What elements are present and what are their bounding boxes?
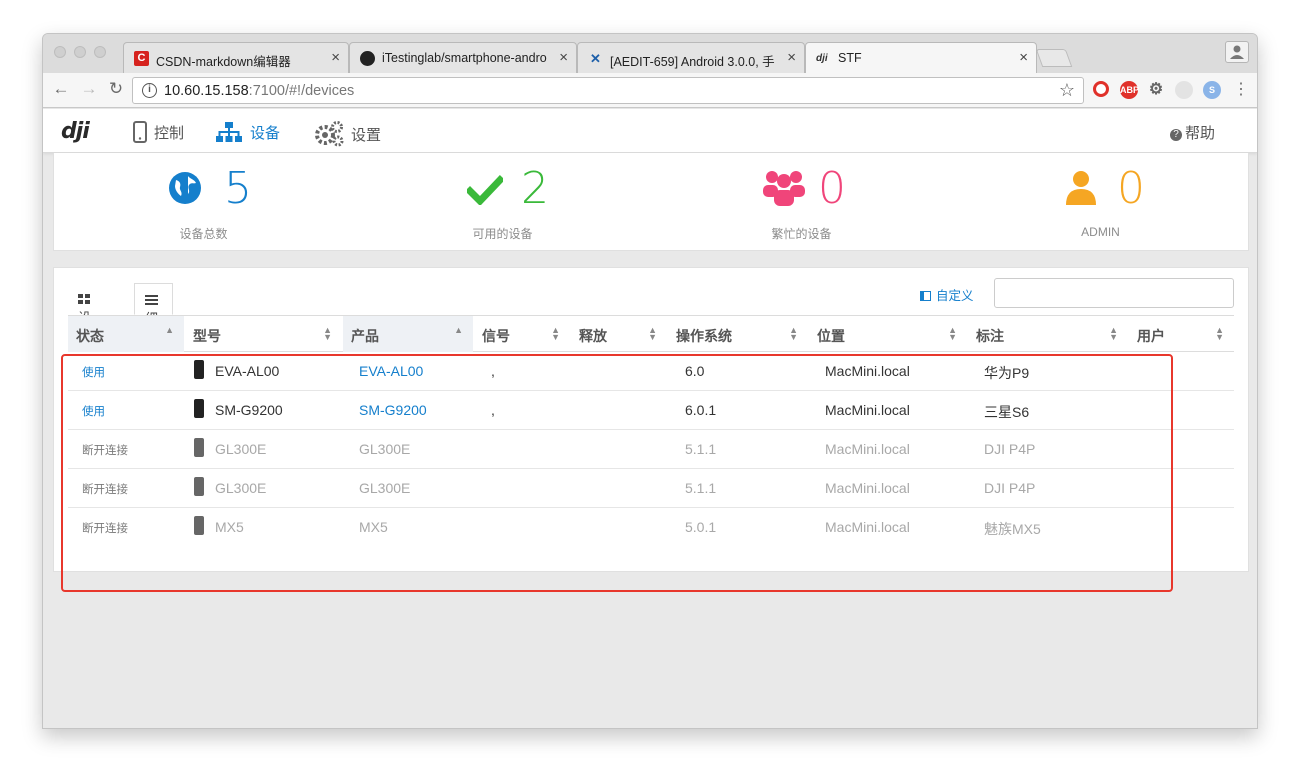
column-product[interactable]: 产品 ▲: [343, 316, 473, 352]
column-model[interactable]: 型号 ▲ ▼: [185, 316, 342, 352]
address-bar[interactable]: i 10.60.15.158:7100/#!/devices ☆: [132, 77, 1084, 104]
sort-icon: ▲ ▼: [648, 325, 657, 342]
grid-icon: [78, 294, 90, 304]
stat-busy: 0 繁忙的设备: [652, 153, 951, 251]
sort-icon: ▲ ▼: [789, 325, 798, 342]
forward-icon[interactable]: →: [79, 79, 99, 99]
column-status[interactable]: 状态 ▲: [68, 316, 184, 352]
stat-total-label: 设备总数: [179, 227, 228, 241]
sort-icon: ▲ ▼: [948, 325, 957, 342]
sitemap-icon: [216, 122, 242, 142]
globe-icon: [169, 172, 201, 204]
sort-asc-icon: ▲: [454, 325, 463, 335]
back-icon[interactable]: ←: [51, 79, 71, 99]
dji-logo[interactable]: dji: [61, 119, 90, 144]
nav-settings[interactable]: 设置: [314, 121, 381, 147]
column-release[interactable]: 释放 ▲ ▼: [571, 316, 667, 352]
stat-admin-value: 0: [1117, 163, 1145, 214]
help-link[interactable]: ? 帮助: [1169, 122, 1215, 143]
minimize-window-button[interactable]: [74, 46, 86, 58]
browser-tab-csdn[interactable]: C CSDN-markdown编辑器 ×: [123, 42, 349, 73]
sort-icon: ▲ ▼: [323, 325, 332, 342]
tab-title: [AEDIT-659] Android 3.0.0, 手: [610, 55, 775, 69]
app-header: dji 控制 设备 设置 ? 帮助: [43, 109, 1257, 153]
sort-icon: ▲ ▼: [1215, 325, 1224, 342]
maximize-window-button[interactable]: [94, 46, 106, 58]
tab-title: iTestinglab/smartphone-andro: [382, 51, 547, 65]
table-header: 状态 ▲ 型号 ▲ ▼ 产品 ▲ 信号 ▲ ▼ 释放 ▲ ▼ 操作系统 ▲ ▼ 位置 ▲ ▼ 标注 ▲ ▼ …: [68, 315, 1234, 352]
skype-icon[interactable]: S: [1203, 81, 1221, 99]
stat-total: 5 设备总数: [54, 153, 353, 251]
profile-icon[interactable]: [1225, 41, 1249, 63]
column-user[interactable]: 用户 ▲ ▼: [1129, 316, 1234, 352]
gear-extension-icon[interactable]: ⚙: [1147, 81, 1165, 99]
stat-admin: 0 ADMIN: [951, 153, 1250, 251]
new-tab-button[interactable]: [1035, 49, 1073, 67]
extension-icon[interactable]: [1175, 81, 1193, 99]
sort-asc-icon: ▲: [165, 325, 174, 335]
sort-icon: ▲ ▼: [551, 325, 560, 342]
tab-title: STF: [838, 51, 862, 65]
stat-total-value: 5: [224, 163, 252, 214]
column-signal[interactable]: 信号 ▲ ▼: [474, 316, 570, 352]
stats-panel: 5 设备总数 2 可用的设备 0 繁忙的设备 0 ADMIN: [53, 153, 1249, 251]
stat-busy-label: 繁忙的设备: [771, 227, 832, 241]
opera-extension-icon[interactable]: [1093, 81, 1109, 97]
dji-icon: dji: [816, 53, 828, 64]
url-text: 10.60.15.158:7100/#!/devices: [164, 83, 355, 99]
gears-icon: [315, 121, 344, 147]
list-icon: [145, 295, 158, 305]
column-note[interactable]: 标注 ▲ ▼: [968, 316, 1128, 352]
nav-devices[interactable]: 设备: [215, 121, 280, 143]
github-icon: [360, 51, 375, 66]
tab-devices[interactable]: 设备: [68, 283, 104, 344]
close-window-button[interactable]: [54, 46, 66, 58]
column-location[interactable]: 位置 ▲ ▼: [809, 316, 967, 352]
highlight-annotation-box: [61, 354, 1173, 592]
reload-icon[interactable]: ↻: [106, 79, 126, 99]
close-tab-icon[interactable]: ×: [1019, 49, 1028, 66]
search-input[interactable]: [994, 278, 1234, 308]
user-icon: [1066, 171, 1096, 205]
csdn-icon: C: [134, 51, 149, 66]
stat-busy-value: 0: [818, 163, 846, 214]
nav-control[interactable]: 控制: [133, 121, 184, 143]
column-os[interactable]: 操作系统 ▲ ▼: [668, 316, 808, 352]
browser-toolbar: ← → ↻ i 10.60.15.158:7100/#!/devices ☆ A…: [43, 73, 1257, 108]
phone-icon: [133, 121, 147, 143]
users-icon: [763, 171, 805, 206]
jira-icon: ✕: [590, 51, 601, 66]
customize-button[interactable]: 自定义: [920, 285, 974, 304]
menu-icon[interactable]: ⋮: [1231, 79, 1251, 99]
tab-details[interactable]: 细节: [134, 283, 173, 345]
question-icon: ?: [1169, 129, 1182, 141]
tab-strip: C CSDN-markdown编辑器 × iTestinglab/smartph…: [43, 34, 1257, 73]
adblock-icon[interactable]: ABP: [1120, 81, 1139, 99]
close-tab-icon[interactable]: ×: [559, 49, 568, 66]
check-icon: [467, 175, 503, 205]
bookmark-star-icon[interactable]: ☆: [1059, 80, 1075, 101]
stat-available-value: 2: [521, 163, 549, 214]
tab-title: CSDN-markdown编辑器: [156, 55, 291, 69]
info-icon[interactable]: i: [142, 83, 157, 98]
stat-available: 2 可用的设备: [353, 153, 652, 251]
sort-icon: ▲ ▼: [1109, 325, 1118, 342]
columns-icon: [920, 291, 931, 301]
close-tab-icon[interactable]: ×: [787, 49, 796, 66]
browser-tab-jira[interactable]: ✕ [AEDIT-659] Android 3.0.0, 手 ×: [577, 42, 805, 73]
close-tab-icon[interactable]: ×: [331, 49, 340, 66]
stat-available-label: 可用的设备: [472, 227, 533, 241]
browser-tab-github[interactable]: iTestinglab/smartphone-andro ×: [349, 42, 577, 73]
browser-tab-stf[interactable]: dji STF ×: [805, 42, 1037, 73]
stat-admin-label: ADMIN: [1081, 225, 1120, 239]
